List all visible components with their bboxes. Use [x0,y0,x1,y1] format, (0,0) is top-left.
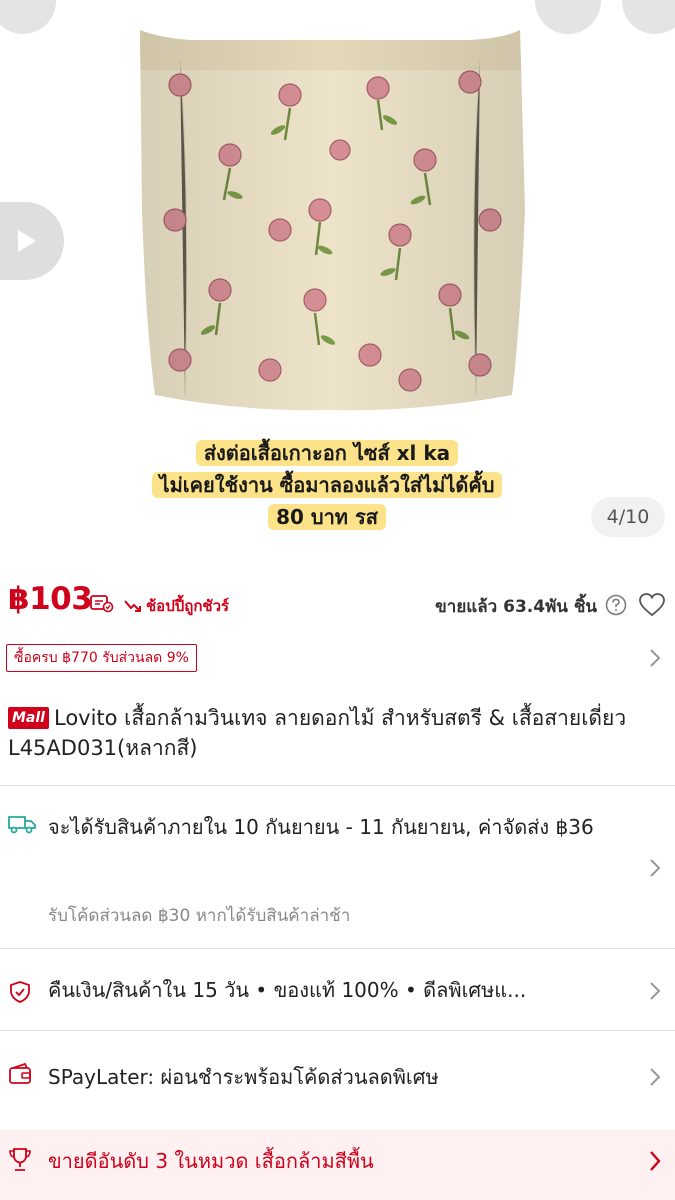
cart-icon[interactable] [535,0,601,34]
bestseller-row[interactable]: ขายดีอันดับ 3 ในหมวด เสื้อกล้ามสีพื้น [0,1130,675,1200]
divider [0,1030,675,1031]
chevron-right-icon [650,649,661,667]
product-title-text: Lovito เสื้อกล้ามวินเทจ ลายดอกไม้ สำหรับ… [8,706,627,761]
wallet-icon [9,1063,31,1084]
delivery-estimate: จะได้รับสินค้าภายใน 10 กันยายน - 11 กันย… [48,815,594,839]
spaylater-text: SPayLater: ผ่อนชำระพร้อมโค้ดส่วนลดพิเศษ [48,1065,439,1089]
product-title: Mall Lovito เสื้อกล้ามวินเทจ ลายดอกไม้ สำ… [8,703,668,764]
price: ฿103 [8,581,93,617]
caption-line-3: 80 บาท รส [268,504,386,530]
caption-line-2: ไม่เคยใช้งาน ซื้อมาลองแล้วใส่ไม่ได้คั้บ [151,472,503,498]
truck-icon [8,816,36,834]
caption-line-1: ส่งต่อเสื้อเกาะอก ไซส์ xl ka [195,440,459,466]
coin-return-icon [90,595,114,613]
trophy-icon [9,1148,31,1171]
discount-row[interactable]: ซื้อครบ ฿770 รับส่วนลด 9% [0,640,675,676]
trend-down-icon [124,600,141,612]
late-delivery-voucher: รับโค้ดส่วนลด ฿30 หากได้รับสินค้าล่าช้า [48,906,351,926]
play-icon [18,230,36,252]
spaylater-row[interactable]: SPayLater: ผ่อนชำระพร้อมโค้ดส่วนลดพิเศษ [0,1045,675,1115]
guarantee-text: คืนเงิน/สินค้าใน 15 วัน • ของแท้ 100% • … [48,978,527,1002]
product-gallery[interactable]: ส่งต่อเสื้อเกาะอก ไซส์ xl ka ไม่เคยใช้งา… [0,0,675,565]
mall-badge: Mall [8,707,49,730]
guarantee-label: ช้อปปี้ถูกชัวร์ [146,597,230,615]
product-image [140,30,525,411]
help-icon[interactable] [605,594,627,616]
chevron-right-icon [650,1068,661,1086]
chevron-right-icon [650,1151,661,1171]
discount-tag: ซื้อครบ ฿770 รับส่วนลด 9% [6,644,197,672]
divider [0,785,675,786]
bestseller-text: ขายดีอันดับ 3 ในหมวด เสื้อกล้ามสีพื้น [48,1149,374,1173]
chevron-right-icon [650,982,661,1000]
divider [0,948,675,949]
sold-count: ขายแล้ว 63.4พัน ชิ้น [435,597,597,617]
image-caption: ส่งต่อเสื้อเกาะอก ไซส์ xl ka ไม่เคยใช้งา… [113,437,541,533]
more-icon[interactable] [622,0,675,34]
video-play-button[interactable] [0,202,64,280]
lowest-price-guarantee[interactable]: ช้อปปี้ถูกชัวร์ [124,594,229,618]
chevron-right-icon [650,859,661,877]
gallery-thumb-icon[interactable] [0,0,56,34]
price-section: ฿103 ช้อปปี้ถูกชัวร์ ขายแล้ว 63.4พัน ชิ้… [0,575,675,633]
shield-icon [10,981,30,1003]
guarantee-row[interactable]: คืนเงิน/สินค้าใน 15 วัน • ของแท้ 100% • … [0,960,675,1022]
shipping-row[interactable]: จะได้รับสินค้าภายใน 10 กันยายน - 11 กันย… [0,800,675,935]
heart-icon[interactable] [638,592,666,618]
image-counter: 4/10 [591,497,665,537]
